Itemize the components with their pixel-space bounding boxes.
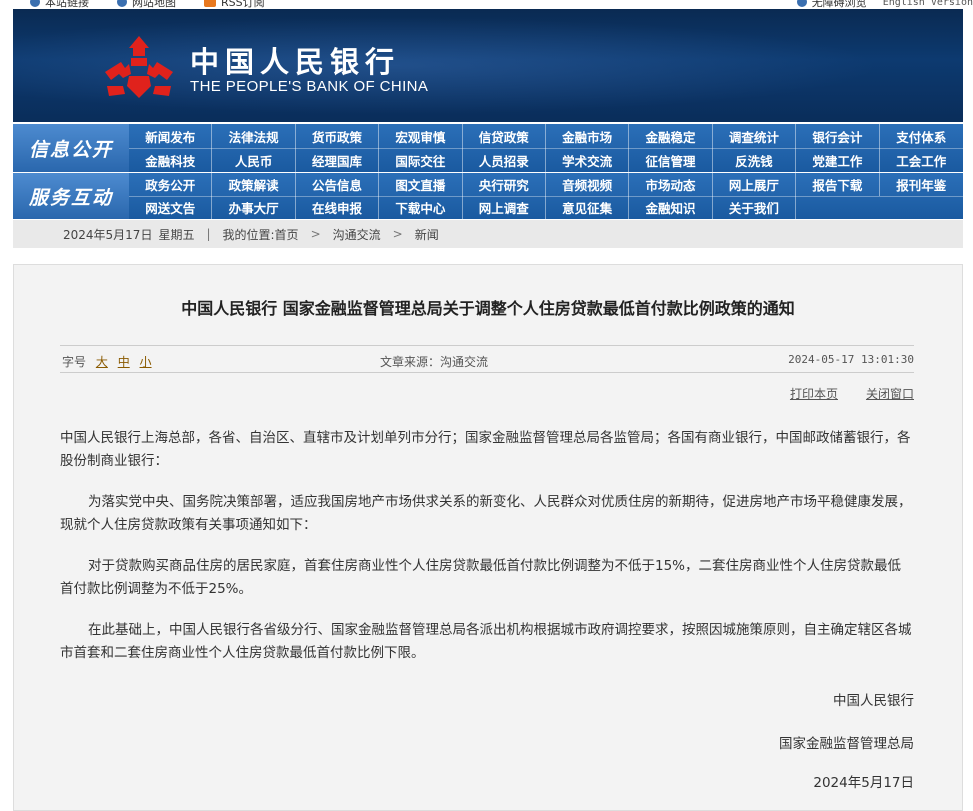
nav-service-item[interactable]: 政务公开 (129, 173, 213, 196)
nav-service-item[interactable]: 市场动态 (629, 173, 713, 196)
nav-service-item[interactable]: 下载中心 (379, 196, 463, 219)
font-size-control: 字号 大 中 小 (62, 355, 152, 369)
nav-info-item[interactable]: 调查统计 (713, 124, 797, 148)
nav-service-interaction: 服务互动 政务公开 政策解读 公告信息 图文直播 央行研究 音频视频 市场动态 网上展厅 报告下… (13, 173, 963, 219)
chevron-right-icon: > (392, 227, 403, 241)
accessibility-icon (796, 0, 807, 7)
rss-icon (204, 0, 216, 7)
breadcrumb-home[interactable]: 我的位置:首页 (223, 226, 299, 243)
nav-info-item[interactable]: 金融科技 (129, 148, 213, 172)
article-body: 中国人民银行上海总部，各省、自治区、直辖市及计划单列市分行；国家金融监督管理总局… (60, 427, 914, 683)
top-utility-bar: 本站链接 网站地图 RSS订阅 无障碍浏览 English Version (0, 0, 973, 9)
rss-link[interactable]: RSS订阅 (204, 0, 265, 9)
nav-info-item[interactable]: 银行会计 (796, 124, 880, 148)
nav-info-item[interactable]: 反洗钱 (713, 148, 797, 172)
nav-service-item[interactable]: 报刊年鉴 (880, 173, 963, 196)
nav-info-item[interactable]: 信贷政策 (463, 124, 546, 148)
close-window-link[interactable]: 关闭窗口 (866, 385, 914, 402)
nav-info-disclosure: 信息公开 新闻发布 法律法规 货币政策 宏观审慎 信贷政策 金融市场 金融稳定 调查统计 银行会… (13, 124, 963, 172)
nav-info-item[interactable]: 国际交往 (379, 148, 463, 172)
article-title: 中国人民银行 国家金融监督管理总局关于调整个人住房贷款最低首付款比例政策的通知 (181, 299, 795, 318)
signer-nfra: 国家金融监督管理总局 (779, 736, 914, 752)
font-large-button[interactable]: 大 (96, 355, 108, 369)
nav-info-item[interactable]: 新闻发布 (129, 124, 213, 148)
english-version-link[interactable]: English Version (883, 0, 973, 9)
banner-title-cn: 中国人民银行 (190, 45, 401, 79)
nav-info-item[interactable]: 党建工作 (796, 148, 880, 172)
article-paragraph: 为落实党中央、国务院决策部署，适应我国房地产市场供求关系的新变化、人民群众对优质… (60, 494, 912, 533)
globe-icon (117, 0, 127, 7)
pboc-logo-icon[interactable] (101, 34, 177, 100)
nav-info-item[interactable]: 征信管理 (629, 148, 713, 172)
nav-service-item[interactable]: 网上调查 (463, 196, 546, 219)
nav-info-item[interactable]: 宏观审慎 (379, 124, 463, 148)
nav-service-item[interactable]: 网上展厅 (713, 173, 797, 196)
nav-service-item[interactable]: 关于我们 (713, 196, 797, 219)
nav-service-item[interactable]: 网送文告 (129, 196, 213, 219)
nav-info-item[interactable]: 金融稳定 (629, 124, 713, 148)
sign-date: 2024年5月17日 (813, 775, 914, 791)
article-source: 文章来源：沟通交流 (380, 355, 489, 369)
nav-service-item[interactable]: 报告下载 (796, 173, 880, 196)
article-paragraph: 中国人民银行上海总部，各省、自治区、直辖市及计划单列市分行；国家金融监督管理总局… (60, 430, 911, 469)
breadcrumb-level1[interactable]: 沟通交流 (333, 226, 381, 243)
nav-info-item[interactable]: 经理国库 (296, 148, 380, 172)
accessibility-link[interactable]: 无障碍浏览 (796, 0, 867, 9)
article-datetime: 2024-05-17 13:01:30 (788, 353, 914, 366)
banner-title-en: THE PEOPLE'S BANK OF CHINA (190, 78, 429, 95)
breadcrumb: 2024年5月17日 星期五 | 我的位置:首页 > 沟通交流 > 新闻 (13, 220, 963, 248)
font-medium-button[interactable]: 中 (118, 355, 130, 369)
nav-service-item[interactable]: 公告信息 (296, 173, 380, 196)
nav-info-item[interactable]: 货币政策 (296, 124, 380, 148)
nav-service-item[interactable]: 图文直播 (379, 173, 463, 196)
nav-section-label: 服务互动 (13, 173, 129, 219)
link-icon (30, 0, 40, 7)
article-tools: 打印本页 关闭窗口 (790, 385, 914, 402)
font-small-button[interactable]: 小 (140, 355, 152, 369)
signer-pboc: 中国人民银行 (833, 693, 914, 709)
breadcrumb-level2[interactable]: 新闻 (415, 226, 439, 243)
chevron-right-icon: > (310, 227, 321, 241)
nav-info-item[interactable]: 人员招录 (463, 148, 546, 172)
nav-service-item[interactable]: 政策解读 (212, 173, 296, 196)
nav-service-item[interactable]: 央行研究 (463, 173, 546, 196)
site-banner: 中国人民银行 THE PEOPLE'S BANK OF CHINA (13, 9, 963, 122)
nav-info-item[interactable]: 法律法规 (212, 124, 296, 148)
current-date: 2024年5月17日 (63, 227, 153, 242)
nav-service-item[interactable]: 在线申报 (296, 196, 380, 219)
divider: | (206, 227, 211, 241)
nav-service-item[interactable]: 办事大厅 (212, 196, 296, 219)
nav-service-item[interactable]: 意见征集 (546, 196, 630, 219)
site-links-link[interactable]: 本站链接 (30, 0, 89, 9)
current-weekday: 星期五 (158, 227, 195, 242)
nav-info-item[interactable]: 工会工作 (880, 148, 963, 172)
nav-info-item[interactable]: 人民币 (212, 148, 296, 172)
nav-info-item[interactable]: 学术交流 (546, 148, 630, 172)
nav-service-item[interactable]: 金融知识 (629, 196, 713, 219)
sitemap-link[interactable]: 网站地图 (117, 0, 176, 9)
nav-service-item[interactable]: 音频视频 (546, 173, 630, 196)
nav-section-label: 信息公开 (13, 124, 129, 172)
print-page-link[interactable]: 打印本页 (790, 385, 838, 402)
article-paragraph: 在此基础上，中国人民银行各省级分行、国家金融监督管理总局各派出机构根据城市政府调… (60, 622, 912, 661)
article-panel: 中国人民银行 国家金融监督管理总局关于调整个人住房贷款最低首付款比例政策的通知 … (13, 264, 963, 811)
article-paragraph: 对于贷款购买商品住房的居民家庭，首套住房商业性个人住房贷款最低首付款比例调整为不… (60, 558, 902, 597)
article-meta-bar: 字号 大 中 小 文章来源：沟通交流 2024-05-17 13:01:30 (60, 345, 914, 373)
nav-info-item[interactable]: 支付体系 (880, 124, 963, 148)
nav-info-item[interactable]: 金融市场 (546, 124, 630, 148)
